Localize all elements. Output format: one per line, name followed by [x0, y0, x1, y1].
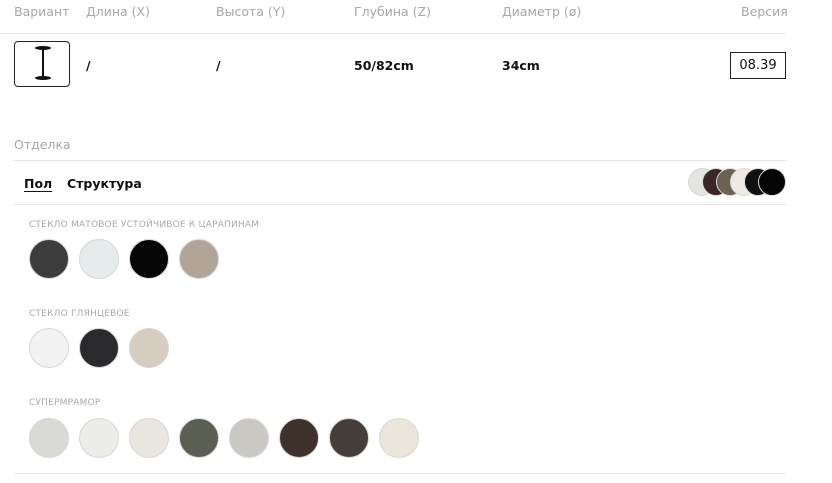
header-variant: Вариант — [14, 4, 70, 19]
value-diameter: 34cm — [502, 58, 540, 73]
finish-title: Отделка — [14, 137, 71, 152]
header-diameter: Диаметр (ø) — [502, 4, 582, 19]
swatch-marble-white[interactable] — [79, 418, 119, 458]
value-depth: 50/82cm — [354, 58, 414, 73]
tabs-divider — [14, 204, 786, 205]
swatch-group-label: СТЕКЛО МАТОВОЕ УСТОЙЧИВОЕ К ЦАРАПИНАМ — [29, 220, 260, 230]
preview-swatch — [758, 168, 786, 196]
swatch-white-gloss[interactable] — [29, 328, 69, 368]
swatch-marble-dark[interactable] — [329, 418, 369, 458]
finish-bottom-divider — [14, 473, 786, 474]
swatch-marble-calacatta[interactable] — [129, 418, 169, 458]
header-depth: Глубина (Z) — [354, 4, 431, 19]
tab-structure[interactable]: Структура — [67, 176, 142, 191]
swatch-champagne[interactable] — [129, 328, 169, 368]
variant-thumbnail[interactable] — [14, 41, 70, 87]
swatch-marble-grey-white[interactable] — [29, 418, 69, 458]
swatch-graphite[interactable] — [29, 239, 69, 279]
swatch-group-label: СУПЕРМРАМОР — [29, 398, 101, 408]
table-icon — [35, 46, 51, 80]
swatch-marble-cream[interactable] — [379, 418, 419, 458]
version-box[interactable]: 08.39 — [730, 52, 786, 79]
value-height: / — [216, 58, 221, 73]
finish-top-divider — [14, 160, 786, 161]
swatch-black-gloss[interactable] — [79, 328, 119, 368]
value-length: / — [86, 58, 91, 73]
swatch-marble-brown[interactable] — [279, 418, 319, 458]
header-divider — [0, 33, 786, 34]
header-length: Длина (X) — [86, 4, 151, 19]
tab-floor[interactable]: Пол — [24, 176, 52, 191]
swatch-ice-white[interactable] — [79, 239, 119, 279]
swatch-black[interactable] — [129, 239, 169, 279]
swatch-marble-green[interactable] — [179, 418, 219, 458]
swatch-group-label: СТЕКЛО ГЛЯНЦЕВОЕ — [29, 309, 130, 319]
swatch-taupe[interactable] — [179, 239, 219, 279]
header-version: Версия — [741, 4, 788, 19]
swatch-marble-breccia[interactable] — [229, 418, 269, 458]
header-height: Высота (Y) — [216, 4, 286, 19]
